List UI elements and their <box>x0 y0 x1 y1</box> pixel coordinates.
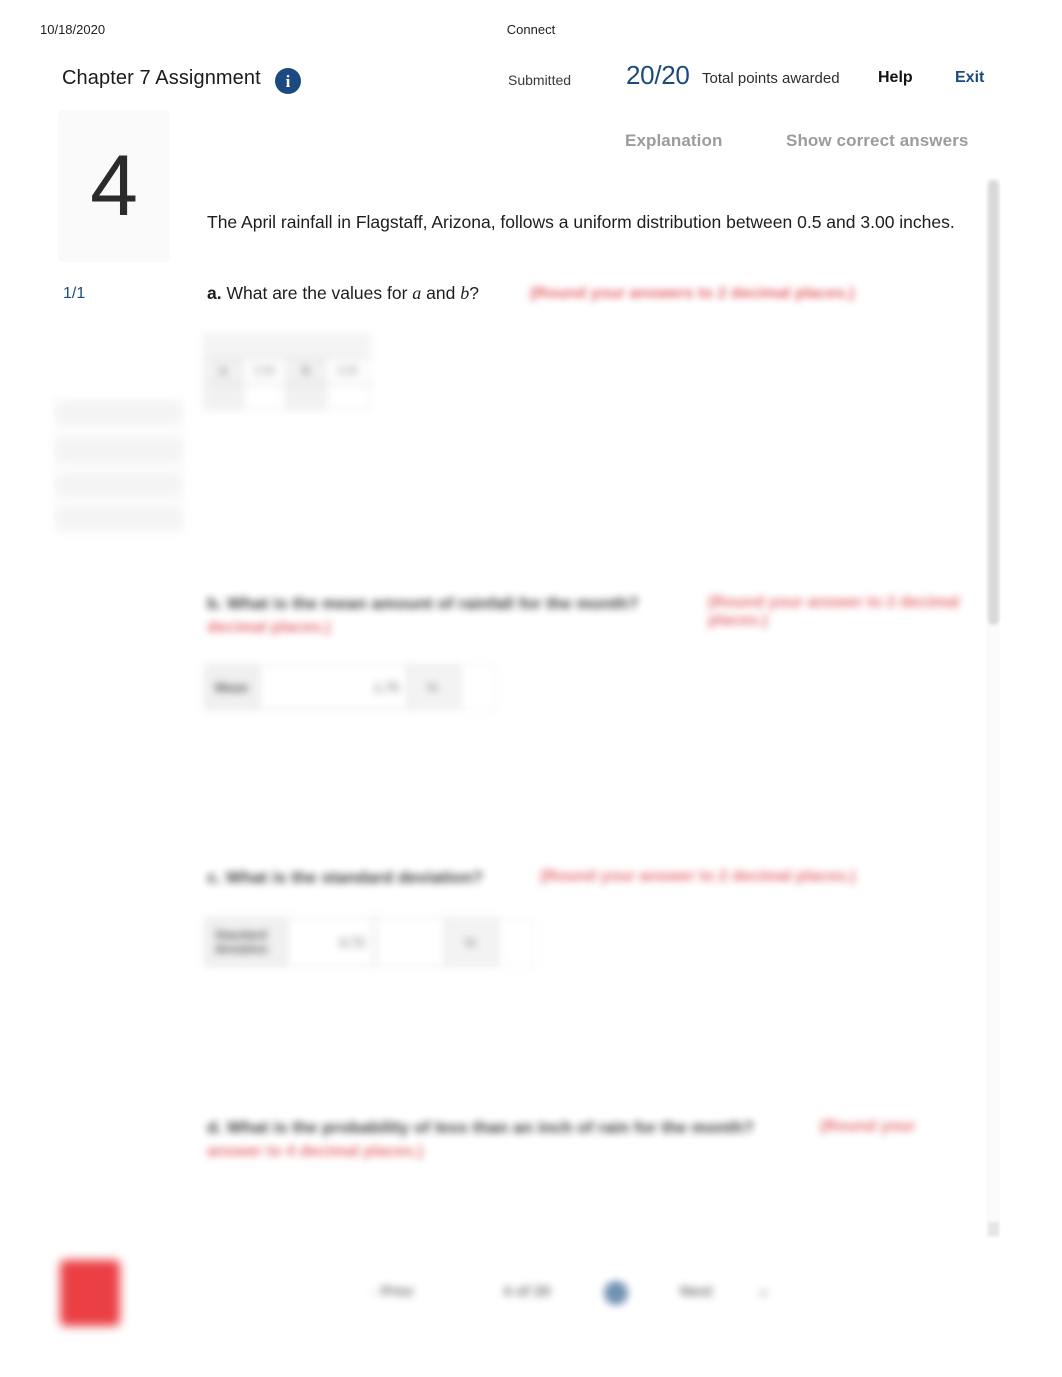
prev-question-button[interactable]: ‹ Prev <box>372 1283 414 1301</box>
total-points-label: Total points awarded <box>702 70 840 87</box>
part-a-answer-table[interactable]: a 0.50 b 3.00 <box>204 334 370 434</box>
total-points-score: 20/20 <box>626 60 690 90</box>
pager-current-dot[interactable] <box>604 1281 628 1305</box>
part-d-text: What is the probability of less than an … <box>226 1118 754 1137</box>
row-label-a-2 <box>204 384 242 410</box>
part-c-answer-label: Standard deviation <box>204 917 286 967</box>
app-bar: Chapter 7 Assignment Submitted 20/20 Tot… <box>0 60 1062 104</box>
part-b-prompt: b. What is the mean amount of rainfall f… <box>207 594 707 614</box>
part-c-hint: (Round your answer to 2 decimal places.) <box>540 868 856 885</box>
part-c-answer-input[interactable]: 0.72 <box>286 917 374 967</box>
next-question-button[interactable]: Next <box>680 1283 713 1301</box>
part-d-prompt: d. What is the probability of less than … <box>207 1118 807 1138</box>
part-b-answer-label: Mean <box>204 664 258 710</box>
part-b-answer-input[interactable]: 1.75 <box>258 664 408 710</box>
part-d-hint-wrap: answer to 4 decimal places.) <box>207 1143 424 1160</box>
site-title: Connect <box>506 22 556 37</box>
part-c-answer-status <box>498 917 534 967</box>
part-a-hint: (Round your answers to 2 decimal places.… <box>530 285 855 302</box>
row-label-b: b <box>287 358 325 384</box>
sidebar-block-3 <box>55 472 183 498</box>
question-pager[interactable]: 4 of 20 <box>503 1283 551 1301</box>
question-score: 1/1 <box>63 285 86 302</box>
part-a-prompt: a. What are the values for a and b? <box>207 283 479 304</box>
table-header-cell <box>204 334 370 358</box>
tab-explanation[interactable]: Explanation <box>625 131 722 151</box>
chevron-down-icon: ▾ <box>760 1285 768 1301</box>
help-button[interactable]: Help <box>878 69 913 87</box>
question-number: 4 <box>90 138 138 234</box>
part-c-letter: c. <box>207 868 222 887</box>
row-label-a: a <box>204 358 242 384</box>
sidebar-block-4 <box>55 505 183 531</box>
tab-show-correct-answers[interactable]: Show correct answers <box>786 131 968 151</box>
part-d-hint: (Round your <box>820 1118 916 1135</box>
prev-arrow-icon: ‹ <box>372 1283 377 1299</box>
part-c-text: What is the standard deviation? <box>225 868 483 887</box>
row-value-a[interactable]: 0.50 <box>242 358 287 384</box>
next-label: Next <box>680 1283 713 1300</box>
scrollbar-down-arrow-icon[interactable] <box>988 1222 999 1236</box>
table-header-row <box>204 334 370 358</box>
page-title: Chapter 7 Assignment <box>62 67 261 89</box>
row-value-a-2[interactable] <box>242 384 287 410</box>
pager-dropdown-button[interactable]: ▾ <box>760 1285 767 1303</box>
sidebar-block-1 <box>55 400 183 426</box>
part-b-hint: (Round your answer to 2 decimal places.) <box>708 594 960 629</box>
part-c-prompt: c. What is the standard deviation? <box>207 868 537 888</box>
part-b-answer-unit: in. <box>408 664 460 710</box>
part-c-answer-unit: in. <box>446 917 498 967</box>
part-b-text: What is the mean amount of rainfall for … <box>226 594 639 613</box>
row-label-b-2 <box>287 384 325 410</box>
pager-label: 4 of 20 <box>503 1283 551 1300</box>
prev-label: Prev <box>381 1283 414 1300</box>
sidebar-block-2 <box>55 435 183 465</box>
row-value-b-2[interactable] <box>325 384 370 410</box>
scrollbar-thumb[interactable] <box>988 180 999 625</box>
part-a-letter: a. <box>207 283 222 303</box>
exit-button[interactable]: Exit <box>955 69 984 87</box>
print-header: 10/18/2020 Connect <box>0 22 1062 44</box>
part-d-letter: d. <box>207 1118 223 1137</box>
part-b-answer-status <box>460 664 496 710</box>
status-badge: Submitted <box>508 72 572 88</box>
part-b-letter: b. <box>207 594 223 613</box>
row-value-b[interactable]: 3.00 <box>325 358 370 384</box>
info-icon[interactable]: i <box>275 68 301 94</box>
question-stem: The April rainfall in Flagstaff, Arizona… <box>207 212 955 232</box>
part-c-answer-input-secondary[interactable] <box>374 917 446 967</box>
mcgraw-hill-logo <box>60 1260 120 1326</box>
part-b-answer-row[interactable]: Mean 1.75 in. <box>204 664 496 710</box>
table-row[interactable]: a 0.50 b 3.00 <box>204 358 370 384</box>
part-a-text: What are the values for a and b? <box>226 283 479 303</box>
part-b-hint-wrap: decimal places.) <box>207 619 331 636</box>
table-row[interactable] <box>204 384 370 410</box>
part-c-answer-row[interactable]: Standard deviation 0.72 in. <box>204 917 534 967</box>
